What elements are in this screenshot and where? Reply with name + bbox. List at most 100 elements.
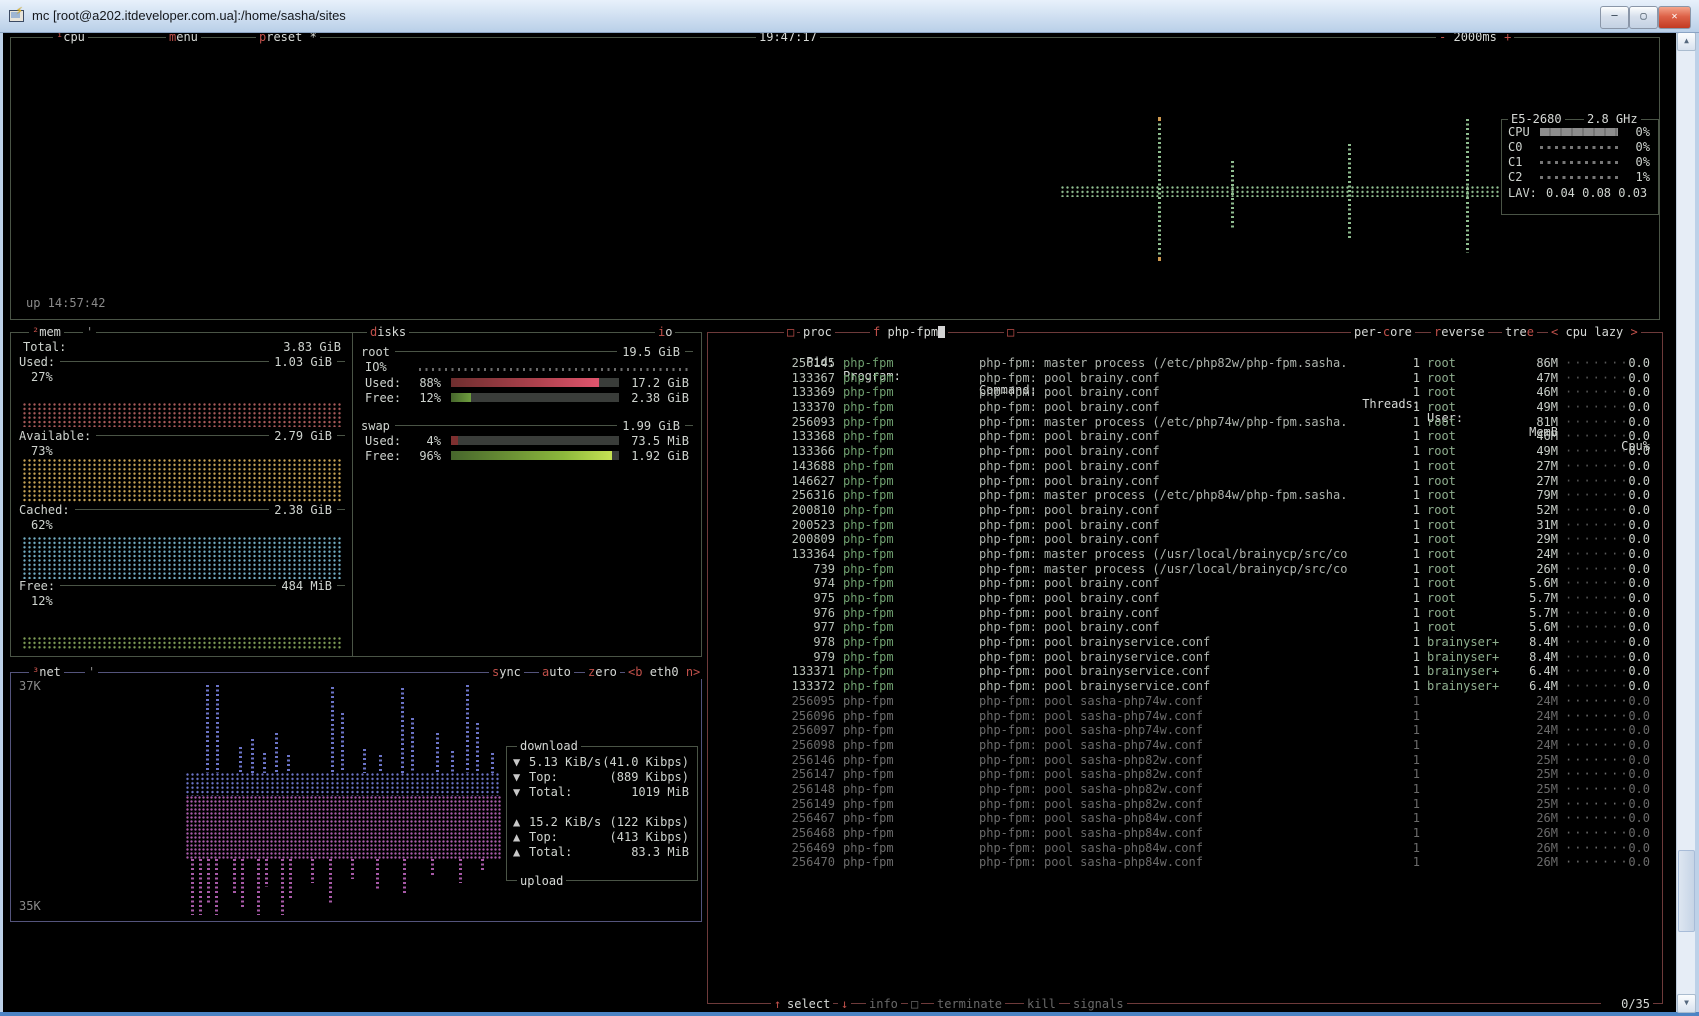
mem-tab[interactable]: ²mem [29, 325, 64, 339]
process-row[interactable]: 978php-fpmphp-fpm: pool brainyservice.co… [709, 635, 1659, 649]
mem-free-value: 484 MiB [281, 579, 332, 593]
process-mem: 79M [1499, 488, 1558, 502]
process-command: php-fpm: pool brainyservice.conf [979, 650, 1399, 664]
process-row[interactable]: 256148php-fpmphp-fpm: pool sasha-php82w.… [709, 782, 1659, 796]
net-download-spike [379, 755, 382, 773]
terminal: ¹cpu menu preset * 19:47:17 - 2000ms + E… [3, 32, 1676, 1012]
process-row[interactable]: 256147php-fpmphp-fpm: pool sasha-php82w.… [709, 767, 1659, 781]
select-down-arrow[interactable]: ↓ [838, 997, 851, 1011]
process-command: php-fpm: pool sasha-php74w.conf [979, 723, 1399, 737]
disk-swap-used-percent: 4% [409, 434, 441, 448]
process-row[interactable]: 133372php-fpmphp-fpm: pool brainyservice… [709, 679, 1659, 693]
process-row[interactable]: 256093php-fpmphp-fpm: master process (/e… [709, 415, 1659, 429]
process-threads: 1 [1349, 371, 1420, 385]
process-command: php-fpm: master process (/usr/local/brai… [979, 562, 1399, 576]
process-command: php-fpm: pool sasha-php82w.conf [979, 767, 1399, 781]
process-row[interactable]: 133369php-fpmphp-fpm: pool brainy.conf1r… [709, 385, 1659, 399]
process-row[interactable]: 975php-fpmphp-fpm: pool brainy.conf1root… [709, 591, 1659, 605]
process-row[interactable]: 256468php-fpmphp-fpm: pool sasha-php84w.… [709, 826, 1659, 840]
process-row[interactable]: 976php-fpmphp-fpm: pool brainy.conf1root… [709, 606, 1659, 620]
process-row[interactable]: 256097 php-fpm php-fpm: pool sasha-php74w.… [709, 723, 1659, 737]
process-command: php-fpm: pool brainy.conf [979, 444, 1399, 458]
info-button[interactable]: info [866, 997, 901, 1011]
process-row[interactable]: 256470php-fpmphp-fpm: pool sasha-php84w.… [709, 855, 1659, 869]
load-average-label: LAV: [1508, 186, 1537, 200]
process-program: php-fpm [843, 400, 894, 414]
net-download-spike [341, 713, 344, 773]
scroll-down-button[interactable]: ▼ [1677, 994, 1696, 1013]
process-user: root [1427, 532, 1456, 546]
process-row[interactable]: 133368php-fpmphp-fpm: pool brainy.conf1r… [709, 429, 1659, 443]
cpu-meter-box: E5-2680 2.8 GHz CPU 0% C0 0% C1 0% C2 1%… [1501, 119, 1659, 215]
process-row[interactable]: 256149php-fpmphp-fpm: pool sasha-php82w.… [709, 797, 1659, 811]
disks-io-toggle[interactable]: io [655, 325, 675, 339]
process-command: php-fpm: pool brainyservice.conf [979, 664, 1399, 678]
process-program: php-fpm [843, 371, 894, 385]
process-row[interactable]: 200809php-fpmphp-fpm: pool brainy.conf1r… [709, 532, 1659, 546]
selected-count: 0/35 [1601, 997, 1653, 1011]
terminate-button[interactable]: terminate [934, 997, 1005, 1011]
process-cpu: 0.0 [1610, 474, 1650, 488]
net-upload-spike [459, 859, 462, 883]
minimize-button[interactable]: ─ [1600, 6, 1629, 29]
window-titlebar[interactable]: ⚡ mc [root@a202.itdeveloper.com.ua]:/hom… [0, 0, 1699, 33]
process-row[interactable]: 133370php-fpmphp-fpm: pool brainy.conf1r… [709, 400, 1659, 414]
process-row[interactable]: 256467php-fpmphp-fpm: pool sasha-php84w.… [709, 811, 1659, 825]
process-row[interactable]: 133367php-fpmphp-fpm: pool brainy.conf1r… [709, 371, 1659, 385]
download-top-label: Top: [529, 770, 558, 784]
process-program: php-fpm [843, 620, 894, 634]
close-button[interactable]: ✕ [1658, 6, 1691, 29]
process-pid: 143688 [749, 459, 835, 473]
signals-button[interactable]: signals [1070, 997, 1127, 1011]
disk-swap-used-value: 73.5 MiB [625, 434, 689, 448]
scrollbar-thumb[interactable] [1678, 850, 1695, 932]
process-row[interactable]: 133364php-fpmphp-fpm: master process (/u… [709, 547, 1659, 561]
terminal-scrollbar[interactable]: ▲ ▼ [1676, 32, 1695, 1012]
process-command: php-fpm: pool brainy.conf [979, 518, 1399, 532]
download-top-value: (889 Kibps) [599, 770, 689, 784]
process-row[interactable]: 256316php-fpmphp-fpm: master process (/e… [709, 488, 1659, 502]
process-row[interactable]: 979php-fpmphp-fpm: pool brainyservice.co… [709, 650, 1659, 664]
process-program: php-fpm [843, 635, 894, 649]
kill-button[interactable]: kill [1024, 997, 1059, 1011]
scroll-up-button[interactable]: ▲ [1677, 32, 1696, 51]
process-row[interactable]: 256095php-fpmphp-fpm: pool sasha-php74w.… [709, 694, 1659, 708]
process-row[interactable]: 974php-fpmphp-fpm: pool brainy.conf1root… [709, 576, 1659, 590]
process-cpu: 0.0 [1610, 797, 1650, 811]
process-row[interactable]: 256469php-fpmphp-fpm: pool sasha-php84w.… [709, 841, 1659, 855]
process-pid: 256097 [749, 723, 835, 737]
process-pid: 739 [749, 562, 835, 576]
process-row[interactable]: 200810php-fpmphp-fpm: pool brainy.conf1r… [709, 503, 1659, 517]
net-download-spike [476, 723, 479, 773]
process-user: root [1427, 606, 1456, 620]
process-row[interactable]: 133371php-fpmphp-fpm: pool brainyservice… [709, 664, 1659, 678]
process-program: php-fpm [843, 723, 894, 737]
mem-free-graph [23, 637, 341, 649]
process-threads: 1 [1349, 459, 1420, 473]
process-command: php-fpm: pool brainy.conf [979, 385, 1399, 399]
maximize-button[interactable]: ▢ [1629, 6, 1658, 29]
process-row[interactable]: 143688php-fpmphp-fpm: pool brainy.conf1r… [709, 459, 1659, 473]
select-button[interactable]: select [784, 997, 833, 1011]
process-row[interactable]: 146627php-fpmphp-fpm: pool brainy.conf1r… [709, 474, 1659, 488]
disk-root-io-label: IO% [365, 360, 387, 374]
net-upload-spike [431, 859, 434, 877]
select-up-arrow[interactable]: ↑ [771, 997, 784, 1011]
process-row[interactable]: 133366php-fpmphp-fpm: pool brainy.conf1r… [709, 444, 1659, 458]
process-row[interactable]: 256098php-fpmphp-fpm: pool sasha-php74w.… [709, 738, 1659, 752]
download-arrow-icon: ▼ [513, 755, 520, 769]
disk-root-size: 19.5 GiB [622, 345, 680, 359]
process-row[interactable]: 256146php-fpmphp-fpm: pool sasha-php82w.… [709, 753, 1659, 767]
window-title: mc [root@a202.itdeveloper.com.ua]:/home/… [32, 8, 346, 23]
disk-swap-used-bar [451, 436, 619, 445]
process-row[interactable]: 256096php-fpmphp-fpm: pool sasha-php74w.… [709, 709, 1659, 723]
mem-graph-toggle[interactable]: ' [83, 325, 96, 339]
process-mem: 26M [1499, 562, 1558, 576]
process-row[interactable]: 739php-fpmphp-fpm: master process (/usr/… [709, 562, 1659, 576]
process-cpu: 0.0 [1610, 532, 1650, 546]
process-cpu: 0.0 [1610, 400, 1650, 414]
disks-tab[interactable]: disks [367, 325, 409, 339]
process-row[interactable]: 977php-fpmphp-fpm: pool brainy.conf1root… [709, 620, 1659, 634]
process-row[interactable]: 200523php-fpmphp-fpm: pool brainy.conf1r… [709, 518, 1659, 532]
process-row[interactable]: 256145php-fpmphp-fpm: master process (/e… [709, 356, 1659, 370]
